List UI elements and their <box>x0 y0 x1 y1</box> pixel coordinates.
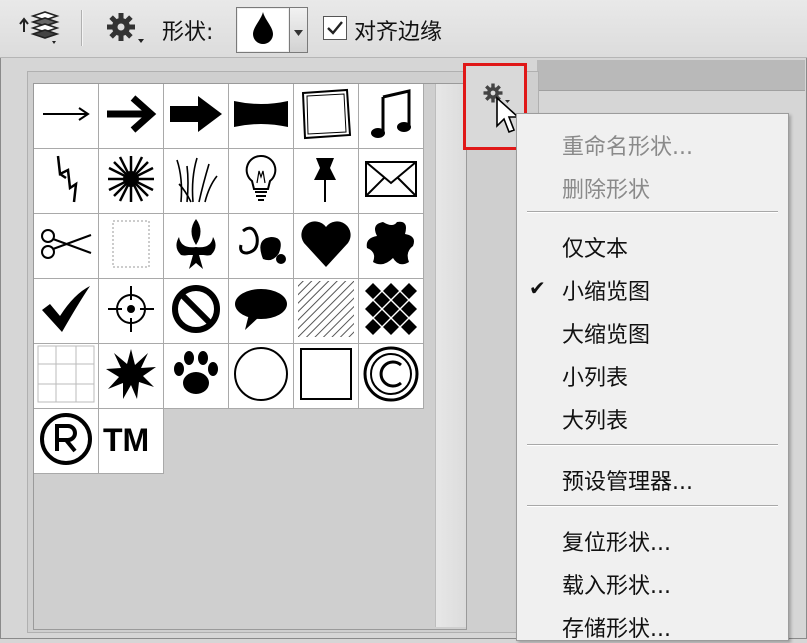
target-icon <box>106 284 156 338</box>
menu-item-load-shapes[interactable]: 载入形状... <box>562 568 671 600</box>
shape-cell-checker[interactable] <box>359 279 424 344</box>
starburst-icon <box>104 347 158 405</box>
shape-cell-trademark[interactable]: TM <box>99 409 164 474</box>
speech-bubble-icon <box>233 286 289 336</box>
shape-cell-frame[interactable] <box>294 84 359 149</box>
shape-picker-swatch[interactable] <box>236 7 290 53</box>
menu-item-rename-shape[interactable]: 重命名形状... <box>562 129 693 161</box>
menu-divider <box>527 505 778 506</box>
menu-item-reset-shapes[interactable]: 复位形状... <box>562 525 671 557</box>
panel-header-strip <box>537 60 805 91</box>
shape-cell-fat-arrow[interactable] <box>164 84 229 149</box>
menu-divider <box>527 211 778 212</box>
shape-cell-stripes[interactable] <box>294 279 359 344</box>
shape-grid: TM <box>33 83 467 630</box>
stamp-icon <box>109 217 153 275</box>
menu-item-save-shapes[interactable]: 存储形状... <box>562 611 671 643</box>
checker-icon <box>363 281 419 341</box>
heart-icon <box>298 219 354 273</box>
menu-item-large-thumbnail[interactable]: 大缩览图 <box>562 317 650 349</box>
menu-item-large-list[interactable]: 大列表 <box>562 403 628 435</box>
shape-cell-music-note[interactable] <box>359 84 424 149</box>
shape-cell-square[interactable] <box>294 344 359 409</box>
shape-cell-paw[interactable] <box>164 344 229 409</box>
shape-grid-scrollbar[interactable] <box>435 84 466 627</box>
no-sign-icon <box>170 283 222 339</box>
square-icon <box>298 346 354 406</box>
trademark-icon: TM <box>101 419 161 463</box>
menu-item-delete-shape[interactable]: 删除形状 <box>562 172 650 204</box>
options-toolbar: 形状: 对齐边缘 <box>0 0 807 58</box>
envelope-icon <box>364 159 418 203</box>
shape-cell-grass[interactable] <box>164 149 229 214</box>
shape-cell-scissors[interactable] <box>34 214 99 279</box>
shape-cell-no-sign[interactable] <box>164 279 229 344</box>
align-edges-label: 对齐边缘 <box>354 20 443 45</box>
shape-cell-starburst[interactable] <box>99 344 164 409</box>
checkmark-icon: ✔ <box>529 276 546 300</box>
settings-gear-icon[interactable] <box>100 8 150 48</box>
path-arrange-icon[interactable] <box>14 8 62 48</box>
toolbar-divider <box>81 10 82 46</box>
scissors-icon <box>39 227 93 265</box>
banner-icon <box>232 97 290 135</box>
check-icon <box>324 21 346 43</box>
shape-label: 形状: <box>162 20 214 45</box>
splat-icon <box>363 218 419 274</box>
shape-cell-fleur-de-lis[interactable] <box>164 214 229 279</box>
lightning-icon <box>48 154 84 208</box>
stripes-icon <box>296 279 356 343</box>
registered-icon <box>38 411 94 471</box>
menu-item-preset-manager[interactable]: 预设管理器... <box>562 464 693 496</box>
shape-cell-thin-arrow[interactable] <box>34 84 99 149</box>
music-note-icon <box>369 87 413 145</box>
shape-cell-heart[interactable] <box>294 214 359 279</box>
shape-picker-dropdown[interactable] <box>289 7 308 53</box>
align-edges-checkbox[interactable] <box>323 16 347 40</box>
shape-cell-burst[interactable] <box>99 149 164 214</box>
fleur-de-lis-icon <box>171 217 221 275</box>
pushpin-icon <box>304 154 348 208</box>
grass-icon <box>173 154 219 208</box>
shape-cell-ornament[interactable] <box>229 214 294 279</box>
menu-divider <box>527 444 778 445</box>
shape-cell-envelope[interactable] <box>359 149 424 214</box>
thin-arrow-icon <box>39 99 93 133</box>
grid-icon <box>36 344 96 408</box>
shape-cell-copyright[interactable] <box>359 344 424 409</box>
fat-arrow-icon <box>168 94 224 138</box>
light-bulb-icon <box>241 153 281 209</box>
bold-arrow-icon <box>103 92 159 140</box>
menu-item-small-list[interactable]: 小列表 <box>562 360 628 392</box>
copyright-icon <box>362 345 420 407</box>
shape-cell-lightning[interactable] <box>34 149 99 214</box>
menu-item-text-only[interactable]: 仅文本 <box>562 231 628 263</box>
svg-text:TM: TM <box>103 422 149 458</box>
shape-cell-target[interactable] <box>99 279 164 344</box>
ornament-icon <box>233 219 289 273</box>
burst-icon <box>106 154 156 208</box>
chevron-down-icon <box>294 21 303 40</box>
shape-cell-pushpin[interactable] <box>294 149 359 214</box>
shape-cell-bold-arrow[interactable] <box>99 84 164 149</box>
shape-cell-light-bulb[interactable] <box>229 149 294 214</box>
shape-cell-stamp[interactable] <box>99 214 164 279</box>
shape-cell-checkmark[interactable] <box>34 279 99 344</box>
menu-item-small-thumbnail[interactable]: 小缩览图 <box>562 274 650 306</box>
frame-icon <box>299 87 353 145</box>
checkmark-icon <box>38 284 94 338</box>
circle-icon <box>232 345 290 407</box>
shape-cell-registered[interactable] <box>34 409 99 474</box>
picker-flyout-menu: 重命名形状... 删除形状 仅文本 ✔ 小缩览图 大缩览图 小列表 大列表 预设… <box>516 113 789 643</box>
raindrop-icon <box>251 11 275 49</box>
paw-icon <box>169 349 223 403</box>
shape-cell-circle[interactable] <box>229 344 294 409</box>
shape-cell-banner[interactable] <box>229 84 294 149</box>
shape-cell-grid[interactable] <box>34 344 99 409</box>
shape-cell-splat[interactable] <box>359 214 424 279</box>
shape-cell-speech-bubble[interactable] <box>229 279 294 344</box>
